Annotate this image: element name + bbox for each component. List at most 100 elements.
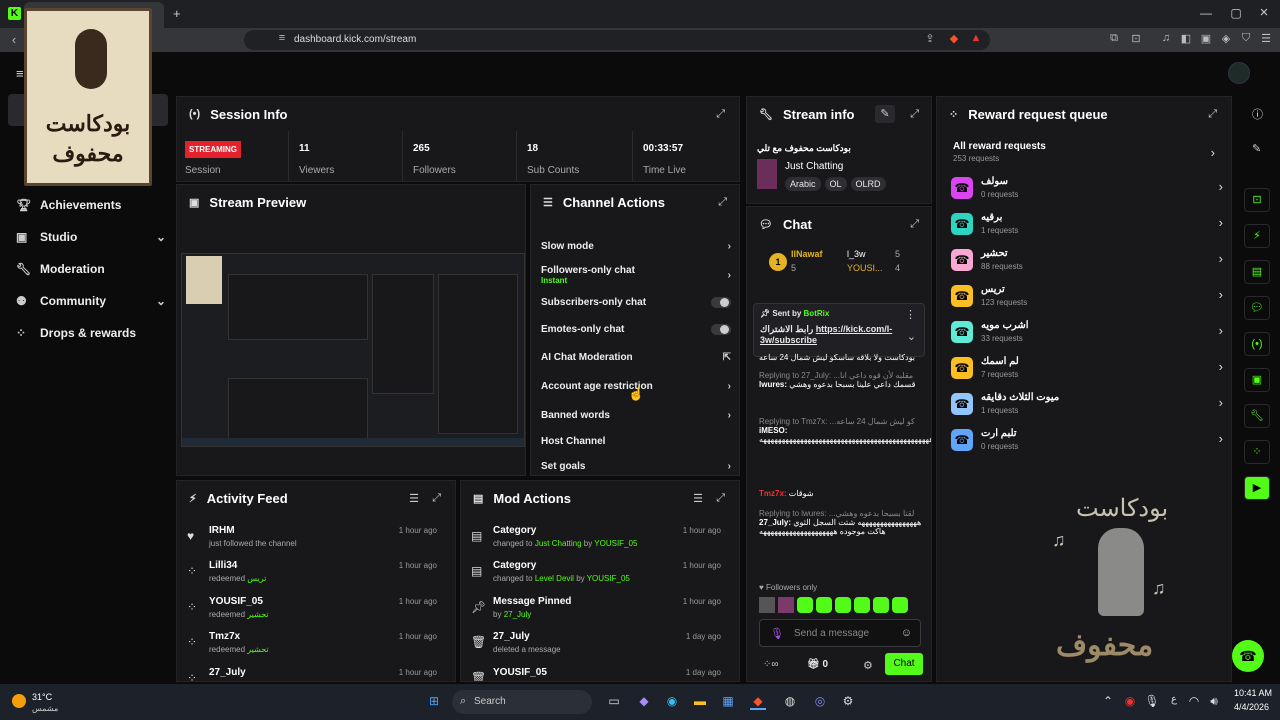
popout-icon[interactable]: ⤢	[716, 492, 725, 505]
reward-item[interactable]: ☎ تحشير 88 requests ›	[951, 243, 1223, 279]
share-icon[interactable]: ⇪	[922, 32, 938, 48]
tag[interactable]: Arabic	[785, 177, 821, 191]
edge-icon[interactable]: ◉	[664, 694, 680, 710]
bolt-icon[interactable]: ⚡︎	[1244, 224, 1270, 248]
emote-icon[interactable]	[835, 597, 851, 613]
screenshot-icon[interactable]: ⊡	[1128, 32, 1144, 48]
volume-icon[interactable]: 🔊︎	[1206, 694, 1222, 710]
more-icon[interactable]: ⋮	[905, 308, 916, 321]
reward-item[interactable]: ☎ سولف 0 requests ›	[951, 171, 1223, 207]
action-set-goals[interactable]: Set goals ›	[541, 455, 731, 477]
hamburger-icon[interactable]: ≡	[16, 66, 24, 81]
discord-icon[interactable]: ◎	[812, 694, 828, 710]
extensions-icon[interactable]: ⧉	[1106, 32, 1122, 48]
tag[interactable]: OLRD	[850, 177, 886, 191]
sidebar-item-drops[interactable]: ⁘ Drops & rewards	[16, 321, 166, 345]
emote-icon[interactable]	[797, 597, 813, 613]
media-icon[interactable]: ▶	[1244, 476, 1270, 500]
obs-icon[interactable]: ◍	[782, 694, 798, 710]
wifi-icon[interactable]: ◠	[1186, 694, 1202, 710]
tray-app-icon[interactable]: ◉	[1122, 694, 1138, 710]
chevron-down-icon[interactable]: ⌄	[907, 330, 916, 343]
reward-item[interactable]: ☎ لم اسمك 7 requests ›	[951, 351, 1223, 387]
popout-icon[interactable]: ⤢	[716, 108, 725, 121]
chat-user[interactable]: 27_July:	[759, 518, 791, 527]
wallet-icon[interactable]: ▣	[1198, 32, 1214, 48]
info-icon[interactable]: ⓘ	[1252, 106, 1263, 122]
chat-user[interactable]: iMESO:	[759, 426, 787, 435]
subscribers-only-toggle[interactable]	[711, 296, 731, 308]
app-icon[interactable]: ◆	[636, 694, 652, 710]
action-followers-only[interactable]: Followers-only chat Instant ›	[541, 261, 731, 289]
windows-start-icon[interactable]: ⊞	[426, 694, 442, 710]
url-bar[interactable]: dashboard.kick.com/stream	[244, 30, 990, 50]
input-language[interactable]: ع	[1166, 694, 1182, 710]
pinned-message[interactable]: 📌︎ Sent by BotRix رابط الاشتراك https://…	[753, 303, 925, 357]
vpn-icon[interactable]: ◈	[1218, 32, 1234, 48]
chat-user[interactable]: lwures:	[759, 380, 787, 389]
sidebar-item-achievements[interactable]: 🏆︎ Achievements	[16, 193, 166, 217]
edit-icon[interactable]: ✎	[875, 105, 895, 123]
chat-user[interactable]: Tmz7x:	[759, 489, 787, 498]
action-subscribers-only[interactable]: Subscribers-only chat	[541, 291, 731, 313]
maximize-icon[interactable]: ▢	[1226, 6, 1246, 22]
sidebar-item-community[interactable]: ⚉ Community ⌄	[16, 289, 166, 313]
filter-icon[interactable]: ☰	[409, 492, 419, 505]
brave-icon[interactable]: ◆	[750, 694, 766, 710]
popout-icon[interactable]: ⤢	[910, 218, 919, 231]
points-icon[interactable]: ⁘∞	[763, 659, 779, 670]
brave-shield-icon[interactable]: ◆	[946, 32, 962, 48]
task-view-icon[interactable]: ▭	[606, 694, 622, 710]
send-chat-button[interactable]: Chat	[885, 653, 923, 675]
reward-item[interactable]: ☎ اشرب مويه 33 requests ›	[951, 315, 1223, 351]
back-icon[interactable]: ‹	[6, 32, 22, 48]
close-window-icon[interactable]: ×	[1254, 4, 1274, 21]
popout-icon[interactable]: ⤢	[910, 108, 919, 121]
menu-icon[interactable]: ☰	[1258, 32, 1274, 48]
folder-icon[interactable]: ▬	[692, 694, 708, 710]
chat-input[interactable]: 🎙︎ Send a message ☺	[759, 619, 921, 647]
filter-icon[interactable]: ☰	[693, 492, 703, 505]
action-emotes-only[interactable]: Emotes-only chat	[541, 318, 731, 340]
emote-icon[interactable]	[778, 597, 794, 613]
taskbar-search[interactable]: ⌕ Search	[452, 690, 592, 714]
store-icon[interactable]: ▦	[720, 694, 736, 710]
emote-icon[interactable]	[816, 597, 832, 613]
emoji-icon[interactable]: ☺	[901, 627, 912, 639]
popout-icon[interactable]: ⤢	[1208, 108, 1217, 121]
shield-icon[interactable]: ⛉	[1238, 32, 1254, 48]
reward-item[interactable]: ☎ تريس 123 requests ›	[951, 279, 1223, 315]
emote-icon[interactable]	[873, 597, 889, 613]
stream-video[interactable]	[181, 253, 525, 447]
clock-date[interactable]: 4/4/2026	[1234, 702, 1269, 712]
chat-settings-icon[interactable]: ⚙	[863, 659, 873, 672]
popout-icon[interactable]: ⤢	[432, 492, 441, 505]
settings-icon[interactable]: ⚙	[840, 694, 856, 710]
action-ai-moderation[interactable]: AI Chat Moderation ⇱	[541, 346, 731, 368]
action-banned-words[interactable]: Banned words ›	[541, 404, 731, 426]
tray-mic-icon[interactable]: 🎙︎	[1144, 694, 1160, 710]
broadcast-icon[interactable]: (•)	[1244, 332, 1270, 356]
stream-icon[interactable]: ▣	[1244, 368, 1270, 392]
brave-rewards-icon[interactable]: ▲	[968, 32, 984, 48]
support-chat-button[interactable]: ☎	[1232, 640, 1264, 672]
camera-focus-icon[interactable]: ⊡	[1244, 188, 1270, 212]
emote-icon[interactable]	[759, 597, 775, 613]
action-slow-mode[interactable]: Slow mode ›	[541, 235, 731, 257]
emote-icon[interactable]	[854, 597, 870, 613]
chat-icon[interactable]: 💬︎	[1244, 296, 1270, 320]
gift-counter[interactable]: 🎁︎ 0	[807, 659, 828, 670]
popout-icon[interactable]: ⤢	[718, 196, 727, 209]
tag[interactable]: OL	[824, 177, 847, 191]
site-info-icon[interactable]: ≡	[274, 32, 290, 48]
sidebar-item-studio[interactable]: ▣ Studio ⌄	[16, 225, 166, 249]
all-rewards-row[interactable]: All reward requests 253 requests ›	[953, 141, 1215, 171]
mic-icon[interactable]: 🎙︎	[770, 627, 784, 640]
sidebar-item-moderation[interactable]: 🔧︎ Moderation	[16, 257, 166, 281]
avatar[interactable]	[1228, 62, 1250, 84]
drops-icon[interactable]: ⁘	[1244, 440, 1270, 464]
wrench-icon[interactable]: 🔧︎	[1244, 404, 1270, 428]
sidebar-icon[interactable]: ◧	[1178, 32, 1194, 48]
reward-item[interactable]: ☎ برقيه 1 requests ›	[951, 207, 1223, 243]
new-tab-button[interactable]: +	[173, 6, 181, 21]
